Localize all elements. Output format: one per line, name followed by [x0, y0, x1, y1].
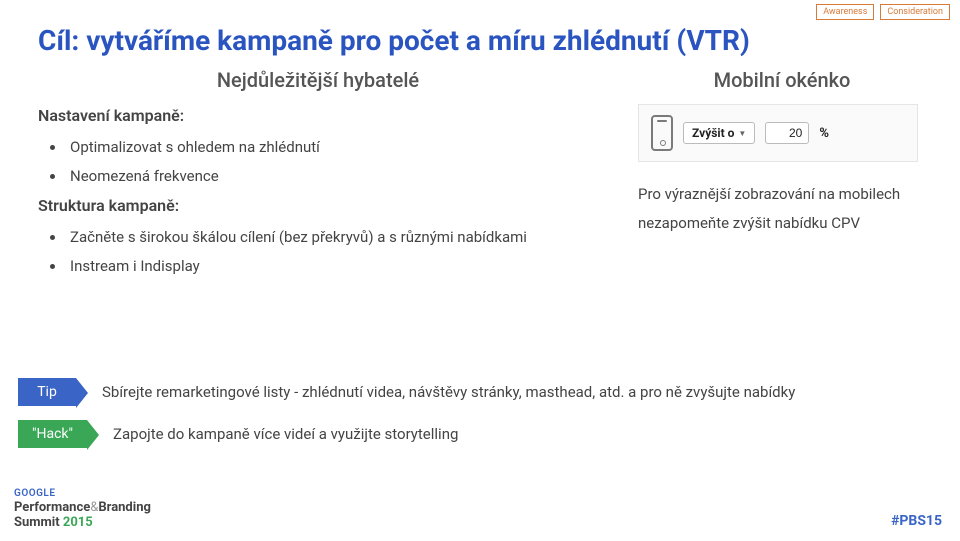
hack-row: "Hack" Zapojte do kampaně více videí a v… [18, 420, 922, 448]
bullet-targeting: Začněte s širokou škálou cílení (bez pře… [66, 223, 598, 252]
increase-by-dropdown[interactable]: Zvýšit o ▼ [683, 122, 755, 144]
funnel-stage-tags: Awareness Consideration [816, 4, 950, 20]
subheading-left: Nejdůležitější hybatelé [38, 68, 598, 92]
section-label-settings: Nastavení kampaně: [38, 106, 598, 125]
tip-text: Sbírejte remarketingové listy - zhlédnut… [102, 382, 922, 403]
tag-awareness: Awareness [816, 4, 874, 20]
hack-tag: "Hack" [18, 420, 87, 448]
chevron-down-icon: ▼ [738, 129, 746, 138]
callouts: Tip Sbírejte remarketingové listy - zhlé… [18, 378, 922, 462]
bullet-instream: Instream i Indisplay [66, 252, 598, 281]
footer-performance: Performance [14, 500, 90, 515]
right-column: Zvýšit o ▼ % Pro výraznější zobrazování … [638, 100, 918, 280]
subheading-right: Mobilní okénko [642, 68, 922, 92]
bullet-optimize: Optimalizovat s ohledem na zhlédnutí [66, 133, 598, 162]
footer-google: GOOGLE [14, 488, 151, 500]
footer-brand: GOOGLE Performance&Branding Summit 2015 [14, 488, 151, 531]
tip-row: Tip Sbírejte remarketingové listy - zhlé… [18, 378, 922, 406]
footer-branding: Branding [98, 500, 151, 515]
footer-summit: Summit [14, 515, 60, 530]
left-column: Nastavení kampaně: Optimalizovat s ohled… [38, 100, 598, 280]
phone-icon [651, 115, 673, 151]
bullet-frequency: Neomezená frekvence [66, 162, 598, 191]
bid-adjust-input[interactable] [765, 122, 809, 144]
mobile-bid-widget: Zvýšit o ▼ % [638, 104, 918, 162]
dropdown-label: Zvýšit o [692, 126, 734, 140]
percent-label: % [819, 126, 829, 141]
footer-year: 2015 [63, 515, 93, 530]
hack-text: Zapojte do kampaně více videí a využijte… [113, 424, 922, 445]
mobile-note: Pro výraznější zobrazování na mobilech n… [638, 180, 918, 237]
section-label-structure: Struktura kampaně: [38, 196, 598, 215]
footer-hashtag: #PBS15 [891, 513, 942, 529]
tip-tag: Tip [18, 378, 76, 406]
slide-title: Cíl: vytváříme kampaně pro počet a míru … [38, 24, 750, 57]
tag-consideration: Consideration [880, 4, 950, 20]
